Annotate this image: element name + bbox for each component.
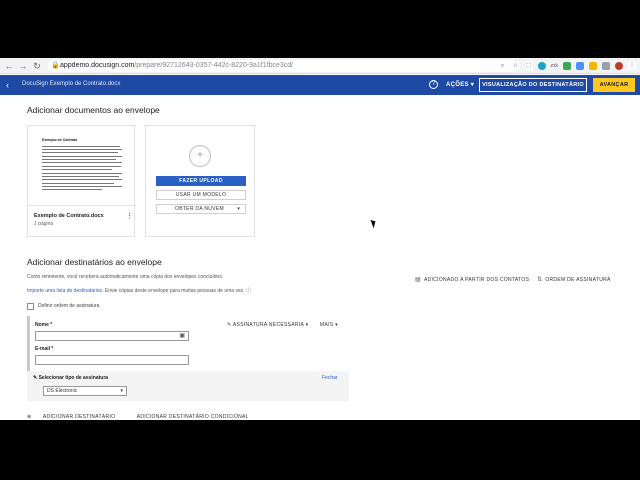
contacts-label: ADICIONADO A PARTIR DOS CONTATOS bbox=[423, 277, 530, 283]
recipient-preview-button[interactable]: VISUALIZAÇÃO DO DESTINATÁRIO bbox=[479, 78, 587, 92]
needs-to-sign-dropdown[interactable]: ✎ ASSINATURA NECESSÁRIA ▾ bbox=[227, 322, 308, 328]
signature-type-panel: ✎ Selecionar tipo de assinatura Fechar D… bbox=[27, 371, 349, 401]
pen-icon: ✎ bbox=[227, 322, 232, 328]
email-field[interactable] bbox=[35, 355, 189, 365]
signature-type-label: ✎ Selecionar tipo de assinatura bbox=[33, 375, 108, 381]
signing-order-link[interactable]: ⇅ ORDEM DE ASSINATURA bbox=[537, 276, 611, 283]
text-line bbox=[42, 156, 122, 157]
extension-circle-icon[interactable] bbox=[537, 62, 546, 70]
help-icon[interactable]: ? bbox=[429, 80, 438, 89]
close-link[interactable]: Fechar bbox=[322, 375, 338, 381]
app-header: ‹ DocuSign Exemplo de Contrato.docx ? AÇ… bbox=[0, 75, 640, 95]
cloud-label: OBTER DA NUVEM bbox=[175, 206, 224, 212]
more-dropdown[interactable]: MAIS ▾ bbox=[320, 322, 338, 328]
text-line bbox=[42, 159, 116, 160]
chevron-down-icon: ▾ bbox=[120, 388, 123, 394]
back-icon[interactable]: ← bbox=[4, 60, 14, 72]
text-line bbox=[42, 166, 121, 167]
text-line bbox=[42, 186, 122, 187]
recipient-actions: ⊕ ADICIONAR DESTINATÁRIO ADICIONAR DESTI… bbox=[27, 414, 259, 420]
text-line bbox=[42, 183, 114, 184]
more-label: MAIS bbox=[320, 322, 334, 328]
search-icon[interactable]: ⌕ bbox=[498, 62, 507, 70]
chevron-down-icon: ▾ bbox=[237, 206, 240, 212]
recipients-section-title: Adicionar destinatários ao envelope bbox=[27, 257, 162, 267]
upload-button[interactable]: FAZER UPLOAD bbox=[156, 176, 246, 186]
forward-icon[interactable]: → bbox=[18, 60, 28, 72]
signature-type-text: Selecionar tipo de assinatura bbox=[38, 375, 109, 381]
pen-icon: ✎ bbox=[33, 375, 38, 381]
address-bar[interactable]: 🔒 appdemo.docusign.com/prepare/92712643-… bbox=[48, 60, 518, 72]
text-line bbox=[42, 162, 122, 163]
back-arrow-icon[interactable]: ‹ bbox=[6, 79, 9, 91]
add-user-icon: ⊕ bbox=[27, 414, 32, 420]
add-document-icon: + bbox=[189, 145, 211, 167]
url-host: appdemo.docusign.com bbox=[60, 62, 135, 69]
name-field[interactable]: ▣ bbox=[35, 331, 189, 341]
text-line bbox=[42, 176, 119, 177]
text-line bbox=[42, 173, 122, 174]
extension-text[interactable]: zxk bbox=[551, 63, 559, 69]
upload-card: + FAZER UPLOAD USAR UM MODELO OBTER DA N… bbox=[145, 125, 255, 237]
extension-green-icon[interactable] bbox=[563, 62, 571, 70]
document-thumbnail[interactable]: Exemplo de Contrato bbox=[28, 126, 134, 206]
envelope-title: DocuSign Exemplo de Contrato.docx bbox=[22, 81, 121, 87]
order-icon: ⇅ bbox=[537, 277, 543, 283]
signing-order-label: Definir ordem de assinatura bbox=[38, 303, 100, 309]
kebab-menu-icon[interactable]: ⋮ bbox=[126, 212, 133, 220]
text-line bbox=[42, 149, 122, 150]
sender-info-text: Como remetente, você receberá automatica… bbox=[27, 274, 224, 280]
mouse-cursor-icon bbox=[370, 218, 378, 229]
actions-label: AÇÕES bbox=[446, 82, 469, 88]
documents-section-title: Adicionar documentos ao envelope bbox=[27, 105, 160, 115]
add-recipient-button[interactable]: ⊕ ADICIONAR DESTINATÁRIO bbox=[27, 414, 125, 420]
needs-to-sign-label: ASSINATURA NECESSÁRIA bbox=[232, 322, 304, 328]
get-from-cloud-button[interactable]: OBTER DA NUVEM ▾ bbox=[156, 204, 246, 214]
document-pages: 1 página bbox=[34, 221, 54, 227]
add-recipient-label: ADICIONAR DESTINATÁRIO bbox=[42, 414, 116, 420]
info-icon[interactable]: ⓘ bbox=[246, 288, 251, 294]
import-info: Importe uma lista de destinatários. Envi… bbox=[27, 287, 251, 294]
thumbnail-title: Exemplo de Contrato bbox=[42, 138, 78, 142]
url-path: /prepare/92712643-0357-442c-8220-9a1f1fb… bbox=[134, 62, 294, 69]
contacts-icon: ▤ bbox=[415, 277, 421, 283]
name-label: Nome * bbox=[35, 322, 53, 328]
signing-order-checkbox[interactable] bbox=[27, 303, 34, 310]
text-line bbox=[42, 189, 102, 190]
extension-icons: ⌕ ☆ ⬚ zxk ⋮ bbox=[498, 60, 636, 72]
bookmark-icon[interactable]: ⬚ bbox=[524, 62, 533, 70]
extension-blue-icon[interactable] bbox=[576, 62, 584, 70]
import-info-text: . Envie cópias deste envelope para muita… bbox=[102, 288, 245, 294]
extension-gray-icon[interactable] bbox=[602, 62, 610, 70]
text-line bbox=[42, 146, 120, 147]
contact-card-icon[interactable]: ▣ bbox=[179, 333, 185, 340]
extension-yellow-icon[interactable] bbox=[589, 62, 597, 70]
screen: ← → ↻ 🔒 appdemo.docusign.com/prepare/927… bbox=[0, 58, 640, 420]
actions-menu[interactable]: AÇÕES ▾ bbox=[446, 81, 474, 88]
add-from-contacts-link[interactable]: ▤ ADICIONADO A PARTIR DOS CONTATOS bbox=[415, 276, 529, 283]
lock-icon: 🔒 bbox=[51, 62, 60, 69]
next-button[interactable]: AVANÇAR bbox=[593, 78, 635, 92]
browser-toolbar: ← → ↻ 🔒 appdemo.docusign.com/prepare/927… bbox=[0, 58, 640, 74]
signature-type-select[interactable]: DS Electronic ▾ bbox=[43, 386, 127, 396]
document-card[interactable]: Exemplo de Contrato Exemplo de Contrato.… bbox=[27, 125, 135, 237]
import-list-link[interactable]: Importe uma lista de destinatários bbox=[27, 288, 102, 294]
signature-type-value: DS Electronic bbox=[47, 388, 78, 394]
text-line bbox=[42, 169, 112, 170]
avatar[interactable] bbox=[615, 62, 623, 70]
add-conditional-recipient-button[interactable]: ADICIONAR DESTINATÁRIO CONDICIONAL bbox=[137, 414, 249, 420]
text-line bbox=[42, 152, 118, 153]
order-label: ORDEM DE ASSINATURA bbox=[545, 277, 611, 283]
document-name: Exemplo de Contrato.docx bbox=[34, 213, 104, 219]
email-label: E-mail * bbox=[35, 346, 54, 352]
star-icon[interactable]: ☆ bbox=[511, 62, 520, 70]
reload-icon[interactable]: ↻ bbox=[32, 60, 42, 72]
use-template-button[interactable]: USAR UM MODELO bbox=[156, 190, 246, 200]
menu-icon[interactable]: ⋮ bbox=[628, 62, 636, 70]
text-line bbox=[42, 179, 122, 180]
